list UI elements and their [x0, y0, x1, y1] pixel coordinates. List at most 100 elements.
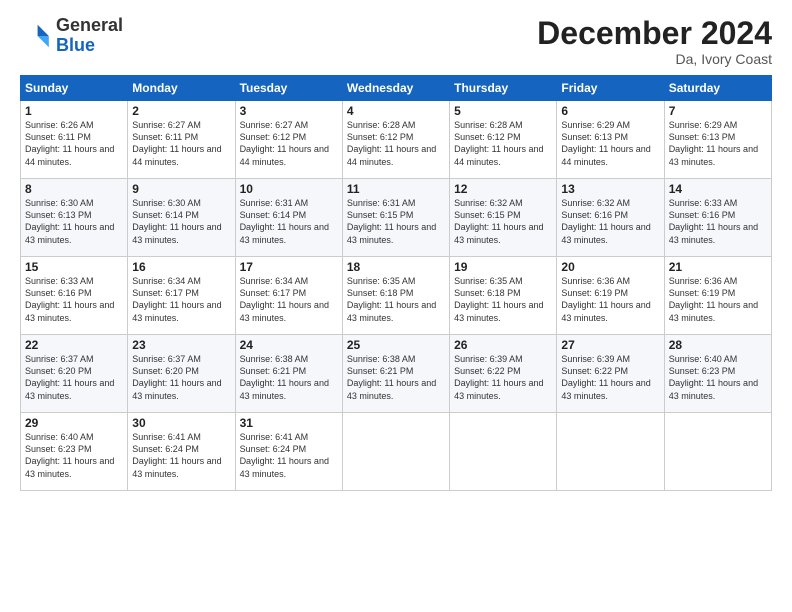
day-info: Sunrise: 6:37 AMSunset: 6:20 PMDaylight:…	[132, 353, 230, 402]
calendar-week-row: 8Sunrise: 6:30 AMSunset: 6:13 PMDaylight…	[21, 179, 772, 257]
table-cell: 22Sunrise: 6:37 AMSunset: 6:20 PMDayligh…	[21, 335, 128, 413]
table-cell: 16Sunrise: 6:34 AMSunset: 6:17 PMDayligh…	[128, 257, 235, 335]
table-cell	[557, 413, 664, 491]
day-info: Sunrise: 6:27 AMSunset: 6:12 PMDaylight:…	[240, 119, 338, 168]
day-info: Sunrise: 6:38 AMSunset: 6:21 PMDaylight:…	[347, 353, 445, 402]
day-info: Sunrise: 6:32 AMSunset: 6:16 PMDaylight:…	[561, 197, 659, 246]
table-cell: 2Sunrise: 6:27 AMSunset: 6:11 PMDaylight…	[128, 101, 235, 179]
table-cell: 5Sunrise: 6:28 AMSunset: 6:12 PMDaylight…	[450, 101, 557, 179]
page: General Blue December 2024 Da, Ivory Coa…	[0, 0, 792, 612]
col-saturday: Saturday	[664, 76, 771, 101]
day-number: 24	[240, 338, 338, 352]
day-number: 17	[240, 260, 338, 274]
day-number: 20	[561, 260, 659, 274]
day-info: Sunrise: 6:37 AMSunset: 6:20 PMDaylight:…	[25, 353, 123, 402]
day-info: Sunrise: 6:38 AMSunset: 6:21 PMDaylight:…	[240, 353, 338, 402]
table-cell	[342, 413, 449, 491]
day-info: Sunrise: 6:26 AMSunset: 6:11 PMDaylight:…	[25, 119, 123, 168]
day-info: Sunrise: 6:40 AMSunset: 6:23 PMDaylight:…	[25, 431, 123, 480]
day-number: 30	[132, 416, 230, 430]
day-info: Sunrise: 6:39 AMSunset: 6:22 PMDaylight:…	[454, 353, 552, 402]
table-cell: 23Sunrise: 6:37 AMSunset: 6:20 PMDayligh…	[128, 335, 235, 413]
day-number: 26	[454, 338, 552, 352]
day-info: Sunrise: 6:41 AMSunset: 6:24 PMDaylight:…	[132, 431, 230, 480]
day-info: Sunrise: 6:41 AMSunset: 6:24 PMDaylight:…	[240, 431, 338, 480]
day-info: Sunrise: 6:35 AMSunset: 6:18 PMDaylight:…	[454, 275, 552, 324]
day-info: Sunrise: 6:33 AMSunset: 6:16 PMDaylight:…	[669, 197, 767, 246]
day-number: 15	[25, 260, 123, 274]
day-number: 28	[669, 338, 767, 352]
table-cell: 31Sunrise: 6:41 AMSunset: 6:24 PMDayligh…	[235, 413, 342, 491]
day-info: Sunrise: 6:35 AMSunset: 6:18 PMDaylight:…	[347, 275, 445, 324]
calendar-week-row: 15Sunrise: 6:33 AMSunset: 6:16 PMDayligh…	[21, 257, 772, 335]
day-number: 5	[454, 104, 552, 118]
day-info: Sunrise: 6:30 AMSunset: 6:13 PMDaylight:…	[25, 197, 123, 246]
day-number: 8	[25, 182, 123, 196]
day-info: Sunrise: 6:33 AMSunset: 6:16 PMDaylight:…	[25, 275, 123, 324]
day-info: Sunrise: 6:31 AMSunset: 6:14 PMDaylight:…	[240, 197, 338, 246]
table-cell: 18Sunrise: 6:35 AMSunset: 6:18 PMDayligh…	[342, 257, 449, 335]
day-number: 19	[454, 260, 552, 274]
table-cell: 10Sunrise: 6:31 AMSunset: 6:14 PMDayligh…	[235, 179, 342, 257]
table-cell: 14Sunrise: 6:33 AMSunset: 6:16 PMDayligh…	[664, 179, 771, 257]
logo-general: General	[56, 15, 123, 35]
table-cell: 24Sunrise: 6:38 AMSunset: 6:21 PMDayligh…	[235, 335, 342, 413]
table-cell: 25Sunrise: 6:38 AMSunset: 6:21 PMDayligh…	[342, 335, 449, 413]
calendar-week-row: 22Sunrise: 6:37 AMSunset: 6:20 PMDayligh…	[21, 335, 772, 413]
day-info: Sunrise: 6:34 AMSunset: 6:17 PMDaylight:…	[240, 275, 338, 324]
col-sunday: Sunday	[21, 76, 128, 101]
day-info: Sunrise: 6:36 AMSunset: 6:19 PMDaylight:…	[561, 275, 659, 324]
day-info: Sunrise: 6:29 AMSunset: 6:13 PMDaylight:…	[561, 119, 659, 168]
calendar-header-row: Sunday Monday Tuesday Wednesday Thursday…	[21, 76, 772, 101]
day-number: 2	[132, 104, 230, 118]
day-number: 16	[132, 260, 230, 274]
logo: General Blue	[20, 16, 123, 56]
col-monday: Monday	[128, 76, 235, 101]
table-cell: 17Sunrise: 6:34 AMSunset: 6:17 PMDayligh…	[235, 257, 342, 335]
table-cell: 15Sunrise: 6:33 AMSunset: 6:16 PMDayligh…	[21, 257, 128, 335]
table-cell: 29Sunrise: 6:40 AMSunset: 6:23 PMDayligh…	[21, 413, 128, 491]
day-number: 10	[240, 182, 338, 196]
table-cell	[664, 413, 771, 491]
day-info: Sunrise: 6:31 AMSunset: 6:15 PMDaylight:…	[347, 197, 445, 246]
day-number: 6	[561, 104, 659, 118]
table-cell: 8Sunrise: 6:30 AMSunset: 6:13 PMDaylight…	[21, 179, 128, 257]
table-cell: 30Sunrise: 6:41 AMSunset: 6:24 PMDayligh…	[128, 413, 235, 491]
logo-icon	[20, 20, 52, 52]
day-info: Sunrise: 6:39 AMSunset: 6:22 PMDaylight:…	[561, 353, 659, 402]
day-info: Sunrise: 6:32 AMSunset: 6:15 PMDaylight:…	[454, 197, 552, 246]
table-cell: 4Sunrise: 6:28 AMSunset: 6:12 PMDaylight…	[342, 101, 449, 179]
table-cell: 12Sunrise: 6:32 AMSunset: 6:15 PMDayligh…	[450, 179, 557, 257]
day-info: Sunrise: 6:30 AMSunset: 6:14 PMDaylight:…	[132, 197, 230, 246]
table-cell	[450, 413, 557, 491]
day-number: 22	[25, 338, 123, 352]
day-number: 11	[347, 182, 445, 196]
day-info: Sunrise: 6:36 AMSunset: 6:19 PMDaylight:…	[669, 275, 767, 324]
day-number: 4	[347, 104, 445, 118]
table-cell: 20Sunrise: 6:36 AMSunset: 6:19 PMDayligh…	[557, 257, 664, 335]
table-cell: 3Sunrise: 6:27 AMSunset: 6:12 PMDaylight…	[235, 101, 342, 179]
day-number: 31	[240, 416, 338, 430]
day-number: 14	[669, 182, 767, 196]
table-cell: 11Sunrise: 6:31 AMSunset: 6:15 PMDayligh…	[342, 179, 449, 257]
col-thursday: Thursday	[450, 76, 557, 101]
col-friday: Friday	[557, 76, 664, 101]
table-cell: 27Sunrise: 6:39 AMSunset: 6:22 PMDayligh…	[557, 335, 664, 413]
table-cell: 26Sunrise: 6:39 AMSunset: 6:22 PMDayligh…	[450, 335, 557, 413]
table-cell: 7Sunrise: 6:29 AMSunset: 6:13 PMDaylight…	[664, 101, 771, 179]
logo-blue: Blue	[56, 35, 95, 55]
day-info: Sunrise: 6:40 AMSunset: 6:23 PMDaylight:…	[669, 353, 767, 402]
logo-text: General Blue	[56, 16, 123, 56]
day-number: 27	[561, 338, 659, 352]
col-tuesday: Tuesday	[235, 76, 342, 101]
day-number: 9	[132, 182, 230, 196]
day-info: Sunrise: 6:28 AMSunset: 6:12 PMDaylight:…	[347, 119, 445, 168]
day-number: 23	[132, 338, 230, 352]
calendar-week-row: 29Sunrise: 6:40 AMSunset: 6:23 PMDayligh…	[21, 413, 772, 491]
table-cell: 13Sunrise: 6:32 AMSunset: 6:16 PMDayligh…	[557, 179, 664, 257]
day-number: 13	[561, 182, 659, 196]
month-title: December 2024	[537, 16, 772, 51]
day-info: Sunrise: 6:34 AMSunset: 6:17 PMDaylight:…	[132, 275, 230, 324]
table-cell: 21Sunrise: 6:36 AMSunset: 6:19 PMDayligh…	[664, 257, 771, 335]
title-block: December 2024 Da, Ivory Coast	[537, 16, 772, 67]
